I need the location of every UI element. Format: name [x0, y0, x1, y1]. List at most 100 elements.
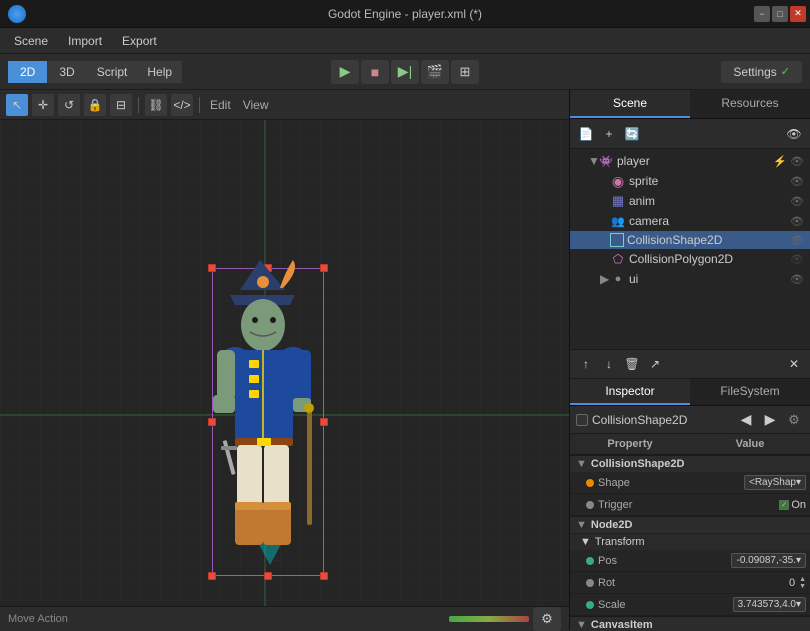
maximize-button[interactable]: □ — [772, 6, 788, 22]
menubar: Scene Import Export — [0, 28, 810, 54]
prop-scale: Scale 3.743573,4.0▾ — [570, 594, 810, 616]
prop-rot: Rot 0 ▲ ▼ — [570, 572, 810, 594]
tree-item-player[interactable]: ▼ 👾 player ⚡ 👁 — [570, 151, 810, 171]
tab-scene[interactable]: Scene — [570, 90, 690, 118]
rot-spinbox[interactable]: ▲ ▼ — [799, 576, 806, 590]
main-toolbar: 2D 3D Script Help ▶ ■ ▶| 🎬 ⊞ Settings ✓ — [0, 54, 810, 90]
rotate-tool[interactable]: ↺ — [58, 94, 80, 116]
viewport-canvas[interactable] — [0, 120, 569, 606]
scene-export-icon[interactable]: ↗ — [645, 354, 665, 374]
toolbar-separator2 — [199, 97, 200, 113]
inspector-prev-button[interactable]: ◀ — [736, 410, 756, 430]
tab-help[interactable]: Help — [137, 61, 182, 83]
tree-item-sprite[interactable]: ◉ sprite 👁 — [570, 171, 810, 191]
scene-close-icon[interactable]: ✕ — [784, 354, 804, 374]
tab-script[interactable]: Script — [87, 61, 138, 83]
lock-tool[interactable]: 🔒 — [84, 94, 106, 116]
collision-shape-icon — [610, 233, 624, 247]
menu-import[interactable]: Import — [58, 31, 112, 51]
scene-new-icon[interactable]: 📄 — [576, 124, 596, 144]
movie-button[interactable]: 🎬 — [421, 60, 449, 84]
prop-trigger: Trigger ✓ On — [570, 494, 810, 516]
transform-label: Transform — [595, 536, 645, 548]
scene-vis-icon[interactable]: 👁 — [784, 124, 804, 144]
code-tool[interactable]: </> — [171, 94, 193, 116]
shape-value-dropdown[interactable]: <RayShap▾ — [744, 475, 806, 490]
tree-item-collision-polygon[interactable]: ⬠ CollisionPolygon2D 👁 — [570, 249, 810, 269]
toolbar-mid: ▶ ■ ▶| 🎬 ⊞ — [331, 60, 479, 84]
collision-polygon-vis: 👁 — [790, 253, 804, 266]
inspector-node-name: CollisionShape2D — [592, 413, 732, 427]
menu-scene[interactable]: Scene — [4, 31, 58, 51]
settings-gear-icon[interactable]: ⚙ — [533, 607, 561, 631]
toolbar-right: Settings ✓ — [479, 61, 810, 83]
close-button[interactable]: ✕ — [790, 6, 806, 22]
node2d-arrow: ▼ — [576, 519, 587, 531]
transform-arrow: ▼ — [580, 536, 591, 548]
sub-section-transform[interactable]: ▼ Transform — [570, 533, 810, 550]
collision-polygon-label: CollisionPolygon2D — [629, 252, 790, 266]
settings-button[interactable]: Settings ✓ — [721, 61, 802, 83]
tab-inspector[interactable]: Inspector — [570, 379, 690, 405]
inspector-header: CollisionShape2D ◀ ▶ ⚙ — [570, 406, 810, 434]
player-lightning: ⚡ — [773, 155, 787, 168]
prop-column-header: Property — [570, 434, 690, 454]
scale-value-dropdown[interactable]: 3.743573,4.0▾ — [733, 597, 806, 612]
scene-down-icon[interactable]: ↓ — [599, 354, 619, 374]
tree-item-anim[interactable]: ▦ anim 👁 — [570, 191, 810, 211]
rot-prop-icon — [586, 579, 594, 587]
window-controls: − □ ✕ — [754, 6, 806, 22]
settings-label: Settings — [733, 65, 776, 79]
step-button[interactable]: ▶| — [391, 60, 419, 84]
tab-filesystem[interactable]: FileSystem — [690, 379, 810, 405]
rot-value-text: 0 — [789, 577, 795, 589]
scene-tree: ▼ 👾 player ⚡ 👁 ◉ sprite 👁 ▦ a — [570, 149, 810, 349]
tree-item-ui[interactable]: ▶ ● ui 👁 — [570, 269, 810, 289]
inspector-next-button[interactable]: ▶ — [760, 410, 780, 430]
view-label[interactable]: View — [243, 98, 269, 112]
move-tool[interactable]: ✛ — [32, 94, 54, 116]
shape-prop-icon — [586, 479, 594, 487]
pos-value-dropdown[interactable]: -0.09087,-35.▾ — [731, 553, 806, 568]
ui-vis: 👁 — [790, 273, 804, 286]
edit-label[interactable]: Edit — [210, 98, 231, 112]
node-enabled-checkbox[interactable] — [576, 414, 588, 426]
scene-refresh-icon[interactable]: 🔄 — [622, 124, 642, 144]
viewport: ↖ ✛ ↺ 🔒 ⊟ ⛓ </> Edit View — [0, 90, 570, 630]
section-arrow: ▼ — [576, 458, 587, 470]
link-tool[interactable]: ⛓ — [145, 94, 167, 116]
rot-prop-label: Rot — [598, 577, 615, 589]
inspector-gear-icon[interactable]: ⚙ — [784, 410, 804, 430]
tab-3d[interactable]: 3D — [47, 61, 86, 83]
ui-label: ui — [629, 272, 790, 286]
scene-delete-icon[interactable]: 🗑 — [622, 354, 642, 374]
minimize-button[interactable]: − — [754, 6, 770, 22]
scene-up-icon[interactable]: ↑ — [576, 354, 596, 374]
grid-button[interactable]: ⊞ — [451, 60, 479, 84]
anim-label: anim — [629, 194, 790, 208]
tree-item-camera[interactable]: 👥 camera 👁 — [570, 211, 810, 231]
collision-shape-vis: 👁 — [790, 234, 804, 247]
scene-add-icon[interactable]: + — [599, 124, 619, 144]
stop-button[interactable]: ■ — [361, 60, 389, 84]
tab-2d[interactable]: 2D — [8, 61, 47, 83]
tab-resources[interactable]: Resources — [690, 90, 810, 118]
play-button[interactable]: ▶ — [331, 60, 359, 84]
select-tool[interactable]: ↖ — [6, 94, 28, 116]
menu-export[interactable]: Export — [112, 31, 167, 51]
section-canvas-item[interactable]: ▼ CanvasItem — [570, 616, 810, 630]
right-panel: Scene Resources 📄 + 🔄 👁 ▼ 👾 player ⚡ 👁 — [570, 90, 810, 630]
section-collision-shape[interactable]: ▼ CollisionShape2D — [570, 455, 810, 472]
trigger-checkbox[interactable]: ✓ — [779, 500, 789, 510]
status-right: ⚙ — [449, 607, 561, 631]
group-tool[interactable]: ⊟ — [110, 94, 132, 116]
inspector-tabs: Inspector FileSystem — [570, 379, 810, 406]
tree-item-collision-shape[interactable]: CollisionShape2D 👁 — [570, 231, 810, 249]
rot-down-arrow[interactable]: ▼ — [799, 583, 806, 590]
camera-vis: 👁 — [790, 215, 804, 228]
node2d-label: Node2D — [591, 519, 633, 531]
section-node2d[interactable]: ▼ Node2D — [570, 516, 810, 533]
rot-up-arrow[interactable]: ▲ — [799, 576, 806, 583]
pos-prop-label: Pos — [598, 555, 617, 567]
anim-icon: ▦ — [610, 193, 626, 209]
